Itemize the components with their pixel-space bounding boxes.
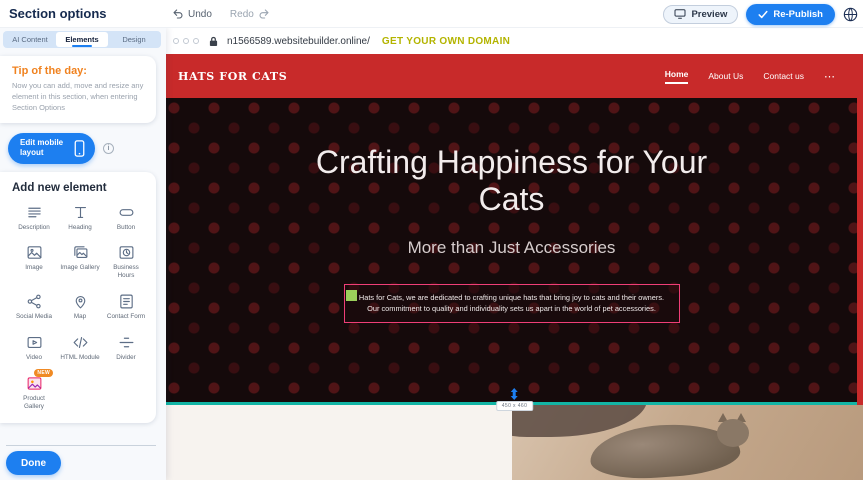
site-nav: Home About Us Contact us ⋯ [665, 69, 835, 84]
social-media-icon [26, 293, 43, 310]
hero-paragraph-text: Hats for Cats, we are dedicated to craft… [359, 293, 664, 313]
element-description[interactable]: Description [12, 204, 56, 232]
tab-ai-content[interactable]: AI Content [4, 32, 56, 47]
site-header: HATS FOR CATS Home About Us Contact us ⋯ [166, 54, 863, 98]
preview-label: Preview [691, 9, 727, 20]
page-title: Section options [9, 6, 107, 21]
image-gallery-icon [72, 244, 89, 261]
add-panel-title: Add new element [12, 182, 148, 194]
tip-title: Tip of the day: [12, 65, 144, 77]
element-product-gallery[interactable]: NEW Product Gallery [12, 375, 56, 411]
section-options-sidebar: AI Content Elements Design Tip of the da… [0, 28, 166, 480]
republish-label: Re-Publish [773, 9, 823, 20]
html-module-icon [72, 334, 89, 351]
edit-mobile-label: Edit mobile layout [20, 138, 66, 158]
element-video[interactable]: Video [12, 334, 56, 362]
check-icon [758, 10, 768, 19]
undo-icon [172, 8, 184, 20]
product-gallery-icon [26, 375, 43, 392]
image-icon [26, 244, 43, 261]
nav-more-icon[interactable]: ⋯ [824, 70, 835, 83]
history-controls: Undo Redo [172, 0, 270, 28]
redo-button[interactable]: Redo [230, 8, 270, 20]
selection-drag-handle[interactable] [346, 290, 357, 301]
site-canvas: HATS FOR CATS Home About Us Contact us ⋯… [166, 54, 863, 480]
info-icon[interactable]: i [103, 143, 114, 154]
add-element-panel: Add new element Description Heading Butt… [0, 172, 156, 423]
element-business-hours[interactable]: Business Hours [104, 244, 148, 280]
element-heading[interactable]: Heading [58, 204, 102, 232]
button-icon [118, 204, 135, 221]
cat-photo[interactable] [512, 405, 863, 480]
preview-button[interactable]: Preview [663, 5, 738, 24]
top-toolbar: Section options Undo Redo Preview Re-Pub… [0, 0, 863, 28]
nav-home[interactable]: Home [665, 69, 689, 84]
section-resize-handle[interactable]: 450 x 460 [496, 388, 534, 411]
element-image[interactable]: Image [12, 244, 56, 280]
edit-mobile-row: Edit mobile layout i [8, 133, 166, 164]
element-divider[interactable]: Divider [104, 334, 148, 362]
heading-icon [72, 204, 89, 221]
element-html-module[interactable]: HTML Module [58, 334, 102, 362]
edit-mobile-layout-button[interactable]: Edit mobile layout [8, 133, 95, 164]
video-icon [26, 334, 43, 351]
site-url[interactable]: n1566589.websitebuilder.online/ [227, 36, 370, 47]
nav-about-us[interactable]: About Us [708, 71, 743, 81]
tab-elements[interactable]: Elements [56, 32, 108, 47]
next-section [166, 405, 863, 480]
element-social-media[interactable]: Social Media [12, 293, 56, 321]
globe-icon[interactable] [843, 7, 858, 22]
site-logo[interactable]: HATS FOR CATS [178, 70, 287, 83]
lock-icon [209, 36, 218, 47]
nav-contact-us[interactable]: Contact us [763, 71, 804, 81]
element-image-gallery[interactable]: Image Gallery [58, 244, 102, 280]
done-button[interactable]: Done [6, 451, 61, 475]
next-section-content [166, 405, 512, 480]
photo-cat-head [717, 419, 749, 447]
preview-area: n1566589.websitebuilder.online/ GET YOUR… [166, 28, 863, 480]
sidebar-divider [6, 445, 156, 446]
map-icon [72, 293, 89, 310]
business-hours-icon [118, 244, 135, 261]
element-map[interactable]: Map [58, 293, 102, 321]
hero-section[interactable]: Crafting Happiness for Your Cats More th… [166, 98, 857, 404]
monitor-icon [674, 9, 686, 19]
hero-subheading[interactable]: More than Just Accessories [166, 238, 857, 258]
resize-arrows-icon [509, 388, 519, 400]
undo-label: Undo [188, 9, 212, 20]
hero-heading[interactable]: Crafting Happiness for Your Cats [292, 144, 732, 218]
republish-button[interactable]: Re-Publish [746, 4, 835, 25]
get-domain-link[interactable]: GET YOUR OWN DOMAIN [382, 36, 510, 47]
description-icon [26, 204, 43, 221]
window-dot [193, 38, 199, 44]
mobile-phone-icon [74, 140, 85, 157]
window-dot [173, 38, 179, 44]
redo-label: Redo [230, 9, 254, 20]
tab-design[interactable]: Design [108, 32, 160, 47]
divider-icon [118, 334, 135, 351]
tip-card: Tip of the day: Now you can add, move an… [0, 56, 156, 123]
toolbar-right: Preview Re-Publish [663, 0, 858, 28]
resize-size-label: 450 x 460 [496, 401, 534, 411]
contact-form-icon [118, 293, 135, 310]
element-contact-form[interactable]: Contact Form [104, 293, 148, 321]
element-button[interactable]: Button [104, 204, 148, 232]
tip-body: Now you can add, move and resize any ele… [12, 81, 144, 114]
window-dot [183, 38, 189, 44]
sidebar-tabs: AI Content Elements Design [3, 31, 161, 48]
browser-chrome-bar: n1566589.websitebuilder.online/ GET YOUR… [166, 28, 863, 54]
new-badge: NEW [34, 369, 53, 377]
undo-button[interactable]: Undo [172, 8, 212, 20]
element-grid: Description Heading Button Image Image G… [12, 204, 148, 411]
redo-icon [258, 8, 270, 20]
hero-paragraph-selected[interactable]: Hats for Cats, we are dedicated to craft… [344, 284, 680, 323]
